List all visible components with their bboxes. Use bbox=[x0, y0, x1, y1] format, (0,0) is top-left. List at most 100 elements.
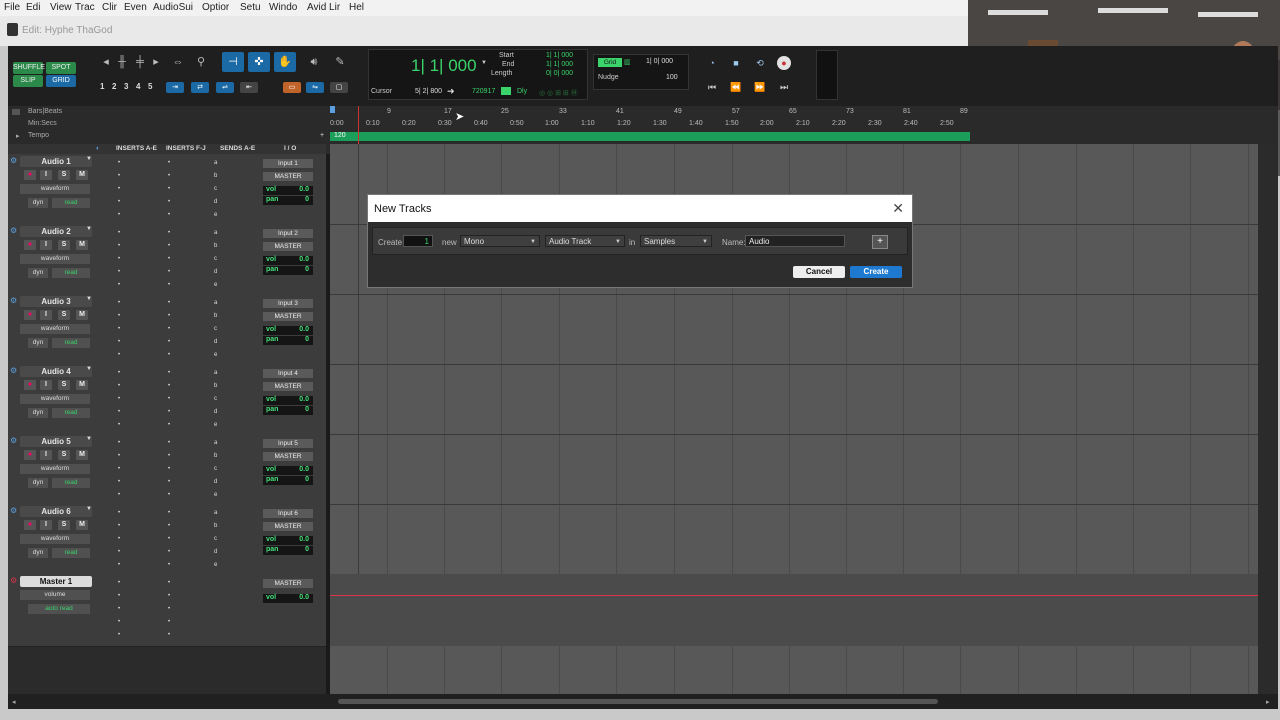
input-monitor-button[interactable]: I bbox=[40, 310, 52, 320]
send-slot[interactable]: c bbox=[214, 396, 217, 402]
insert-slot[interactable]: • bbox=[168, 300, 170, 306]
send-slot[interactable]: c bbox=[214, 256, 217, 262]
go-to-end-icon[interactable]: ⏭ bbox=[777, 80, 791, 94]
insert-slot[interactable]: • bbox=[168, 632, 170, 638]
menu-view[interactable]: View bbox=[50, 2, 72, 13]
insert-slot[interactable]: • bbox=[118, 370, 120, 376]
track-count-input[interactable]: 1 bbox=[403, 235, 433, 247]
track-menu-icon[interactable]: ▼ bbox=[86, 366, 92, 372]
insert-slot[interactable]: • bbox=[118, 173, 120, 179]
insert-slot[interactable]: • bbox=[118, 383, 120, 389]
send-slot[interactable]: b bbox=[214, 313, 217, 319]
insert-slot[interactable]: • bbox=[168, 479, 170, 485]
menu-setup[interactable]: Setu bbox=[240, 2, 261, 13]
solo-button[interactable]: S bbox=[58, 380, 70, 390]
track-menu-icon[interactable]: ▼ bbox=[86, 506, 92, 512]
insert-slot[interactable]: • bbox=[118, 536, 120, 542]
vol-value[interactable]: 0.0 bbox=[299, 594, 309, 601]
mute-button[interactable]: M bbox=[76, 380, 88, 390]
insert-slot[interactable]: • bbox=[118, 300, 120, 306]
dyn-button[interactable]: dyn bbox=[28, 478, 48, 488]
zoom-preset-1[interactable]: 1 bbox=[100, 82, 108, 93]
channel-format-select[interactable]: Mono ▼ bbox=[460, 235, 540, 247]
send-slot[interactable]: c bbox=[214, 536, 217, 542]
counter-dropdown-icon[interactable]: ▼ bbox=[481, 60, 487, 66]
pan-readout[interactable]: pan 0 bbox=[263, 476, 313, 485]
insert-slot[interactable]: • bbox=[168, 173, 170, 179]
pencil-tool-icon[interactable]: ✎ bbox=[332, 54, 348, 70]
insert-slot[interactable]: • bbox=[118, 549, 120, 555]
selector-tool-icon[interactable]: ✜ bbox=[248, 52, 270, 72]
insert-slot[interactable]: • bbox=[168, 453, 170, 459]
input-selector[interactable]: Input 3 bbox=[263, 299, 313, 308]
tempo-ruler-bar[interactable]: 120 bbox=[330, 132, 970, 141]
send-slot[interactable]: c bbox=[214, 186, 217, 192]
insert-slot[interactable]: • bbox=[168, 466, 170, 472]
track-view-selector[interactable]: waveform bbox=[20, 464, 90, 474]
nudge-value[interactable]: 100 bbox=[666, 74, 678, 81]
menu-options[interactable]: Optior bbox=[202, 2, 229, 13]
zoom-midi-icon[interactable]: ╪ bbox=[132, 54, 148, 70]
zoom-preset-3[interactable]: 3 bbox=[124, 82, 132, 93]
insert-slot[interactable]: • bbox=[168, 199, 170, 205]
cancel-button[interactable]: Cancel bbox=[793, 266, 845, 278]
insert-slot[interactable]: • bbox=[118, 230, 120, 236]
insert-slot[interactable]: • bbox=[118, 326, 120, 332]
track-select-icon[interactable]: ⚙ bbox=[10, 576, 17, 585]
volume-readout[interactable]: vol 0.0 bbox=[263, 466, 313, 475]
trim-tool-icon[interactable]: ⊣ bbox=[222, 52, 244, 72]
grid-value[interactable]: 1| 0| 000 bbox=[646, 58, 673, 65]
scrubber-tool-icon[interactable]: 🔊︎ bbox=[306, 54, 322, 70]
horizontal-scrollbar[interactable]: ◂ ▸ bbox=[8, 694, 1278, 709]
insert-slot[interactable]: • bbox=[168, 230, 170, 236]
grid-mode-button[interactable]: GRID bbox=[46, 75, 76, 87]
vol-value[interactable]: 0.0 bbox=[299, 536, 309, 543]
input-monitor-button[interactable]: I bbox=[40, 520, 52, 530]
pan-value[interactable]: 0 bbox=[305, 406, 309, 413]
send-slot[interactable]: c bbox=[214, 326, 217, 332]
track-view-selector[interactable]: waveform bbox=[20, 324, 90, 334]
zoom-preset-4[interactable]: 4 bbox=[136, 82, 144, 93]
output-selector[interactable]: MASTER bbox=[263, 452, 313, 461]
track-select-icon[interactable]: ⚙ bbox=[10, 506, 17, 515]
insert-slot[interactable]: • bbox=[118, 466, 120, 472]
mute-button[interactable]: M bbox=[76, 310, 88, 320]
insert-slot[interactable]: • bbox=[118, 186, 120, 192]
track-menu-icon[interactable]: ▼ bbox=[86, 296, 92, 302]
columns-menu-icon[interactable]: ◐ bbox=[96, 145, 100, 152]
record-enable-button[interactable]: ● bbox=[24, 170, 36, 180]
send-slot[interactable]: e bbox=[214, 282, 217, 288]
grid-label[interactable]: Grid bbox=[598, 58, 622, 67]
vol-value[interactable]: 0.0 bbox=[299, 186, 309, 193]
link-timeline-icon[interactable]: ⇋ bbox=[306, 82, 324, 93]
automation-mode-selector[interactable]: read bbox=[52, 548, 90, 558]
output-selector[interactable]: MASTER bbox=[263, 522, 313, 531]
send-slot[interactable]: a bbox=[214, 440, 217, 446]
insert-slot[interactable]: • bbox=[118, 199, 120, 205]
output-selector[interactable]: MASTER bbox=[263, 382, 313, 391]
track-name[interactable]: Audio 6 bbox=[20, 506, 92, 517]
send-slot[interactable]: d bbox=[214, 549, 217, 555]
spot-mode-button[interactable]: SPOT bbox=[46, 62, 76, 74]
insert-slot[interactable]: • bbox=[118, 352, 120, 358]
delay-label[interactable]: Dly bbox=[517, 88, 527, 95]
dyn-button[interactable]: dyn bbox=[28, 338, 48, 348]
insert-slot[interactable]: • bbox=[118, 562, 120, 568]
insert-slot[interactable]: • bbox=[118, 523, 120, 529]
automation-mode-selector[interactable]: read bbox=[52, 338, 90, 348]
insert-slot[interactable]: • bbox=[168, 339, 170, 345]
grabber-tool-icon[interactable]: ✋ bbox=[274, 52, 296, 72]
send-slot[interactable]: b bbox=[214, 173, 217, 179]
insert-slot[interactable]: • bbox=[168, 422, 170, 428]
track-view-selector[interactable]: waveform bbox=[20, 534, 90, 544]
close-icon[interactable]: ✕ bbox=[892, 200, 904, 217]
insert-slot[interactable]: • bbox=[118, 339, 120, 345]
zoom-in-horizontal-icon[interactable]: ▸ bbox=[148, 54, 164, 70]
insert-slot[interactable]: • bbox=[168, 269, 170, 275]
track-name[interactable]: Audio 5 bbox=[20, 436, 92, 447]
automation-mode-selector[interactable]: read bbox=[52, 478, 90, 488]
volume-readout[interactable]: vol 0.0 bbox=[263, 326, 313, 335]
record-enable-button[interactable]: ● bbox=[24, 240, 36, 250]
end-value[interactable]: 1| 1| 000 bbox=[546, 61, 573, 68]
menu-file[interactable]: File bbox=[4, 2, 20, 13]
